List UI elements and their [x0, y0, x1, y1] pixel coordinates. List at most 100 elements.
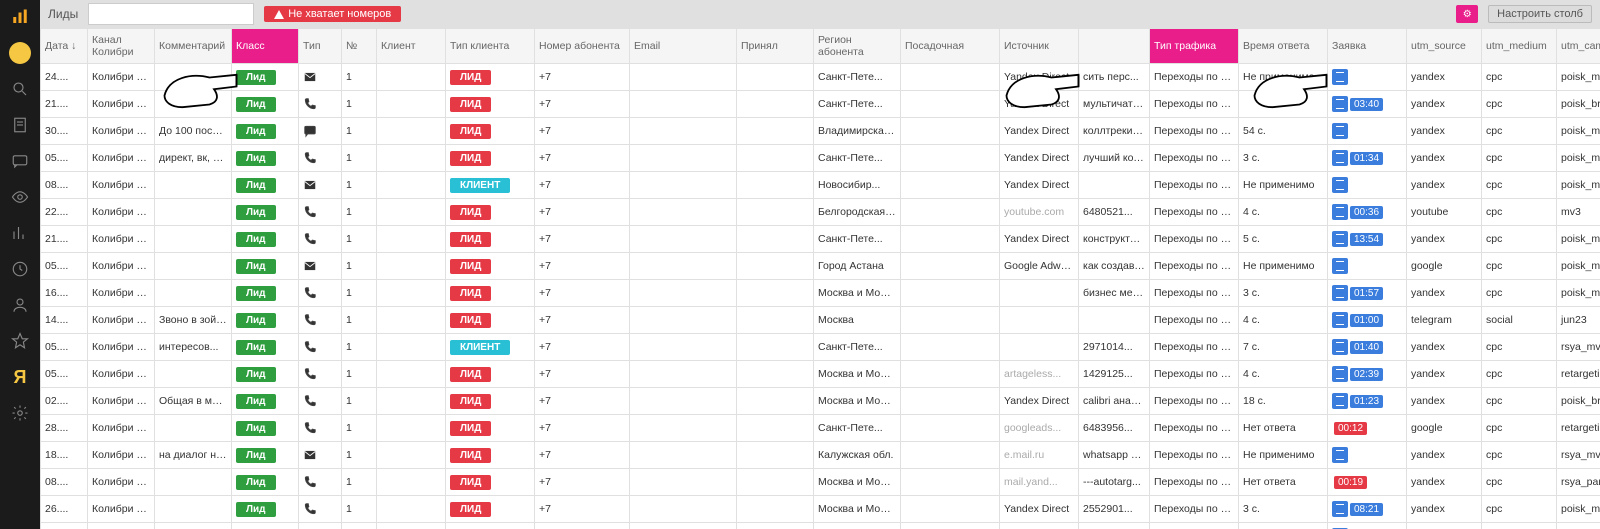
request-doc-icon[interactable]	[1332, 447, 1348, 463]
cell: 54 с.	[1239, 118, 1328, 145]
column-header[interactable]: Регион абонента	[814, 29, 901, 64]
class-badge[interactable]: Лид	[236, 367, 276, 382]
column-header[interactable]: Дата ↓	[41, 29, 88, 64]
column-header[interactable]: Тип	[299, 29, 342, 64]
request-doc-icon[interactable]	[1332, 258, 1348, 274]
request-doc-icon[interactable]	[1332, 177, 1348, 193]
search-input[interactable]	[88, 3, 254, 25]
column-header[interactable]: Клиент	[377, 29, 446, 64]
search-icon[interactable]	[9, 78, 31, 100]
cell: Yandex Direct	[1000, 118, 1079, 145]
yandex-icon[interactable]: Я	[9, 366, 31, 388]
request-doc-icon[interactable]	[1332, 366, 1348, 382]
time-pill: 00:19	[1334, 476, 1367, 489]
column-header[interactable]: Заявка	[1328, 29, 1407, 64]
column-header[interactable]: Посадочная	[901, 29, 1000, 64]
logo-circle-icon[interactable]	[9, 42, 31, 64]
class-badge[interactable]: Лид	[236, 124, 276, 139]
table-row[interactable]: 21....Колибри динами...Лид1ЛИД+7Санкт-Пе…	[41, 91, 1600, 118]
cell: yandex	[1407, 334, 1482, 361]
table-row[interactable]: 05....Колибри динами...интересов...Лид1К…	[41, 334, 1600, 361]
table-row[interactable]: 24....Колибри динами...Задач нет конкрет…	[41, 523, 1600, 529]
table-row[interactable]: 05....Колибри динами...Лид1ЛИД+7Город Ас…	[41, 253, 1600, 280]
class-badge[interactable]: Лид	[236, 178, 276, 193]
user-icon[interactable]	[9, 294, 31, 316]
column-header[interactable]: Комментарий	[155, 29, 232, 64]
request-doc-icon[interactable]	[1332, 231, 1348, 247]
class-badge[interactable]: Лид	[236, 232, 276, 247]
column-header[interactable]: utm_campaign	[1557, 29, 1600, 64]
cell	[377, 442, 446, 469]
request-doc-icon[interactable]	[1332, 150, 1348, 166]
table-row[interactable]: 05....Колибри динами...Лид1ЛИД+7Москва и…	[41, 361, 1600, 388]
table-row[interactable]: 26....Колибри динами...Лид1ЛИД+7Москва и…	[41, 496, 1600, 523]
column-header[interactable]: Номер абонента	[535, 29, 630, 64]
column-header[interactable]	[1079, 29, 1150, 64]
alert-banner[interactable]: Не хватает номеров	[264, 6, 401, 22]
table-row[interactable]: 16....Колибри динами...Лид1ЛИД+7Москва и…	[41, 280, 1600, 307]
chart-icon[interactable]	[9, 222, 31, 244]
class-badge[interactable]: Лид	[236, 421, 276, 436]
request-doc-icon[interactable]	[1332, 285, 1348, 301]
table-row[interactable]: 28....Колибри динами...Лид1ЛИД+7Санкт-Пе…	[41, 415, 1600, 442]
table-row[interactable]: 18....Колибри динами...на диалог не идёт…	[41, 442, 1600, 469]
table-row[interactable]: 08....Колибри динами...Лид1КЛИЕНТ+7Новос…	[41, 172, 1600, 199]
column-header[interactable]: Принял	[737, 29, 814, 64]
configure-columns-button[interactable]: Настроить столб	[1488, 5, 1592, 23]
class-badge[interactable]: Лид	[236, 475, 276, 490]
cell	[299, 361, 342, 388]
column-header[interactable]: №	[342, 29, 377, 64]
request-doc-icon[interactable]	[1332, 96, 1348, 112]
class-badge[interactable]: Лид	[236, 97, 276, 112]
class-badge[interactable]: Лид	[236, 205, 276, 220]
table-row[interactable]: 02....Колибри динами...Общая в месяц 150…	[41, 388, 1600, 415]
column-header[interactable]: Класс	[232, 29, 299, 64]
column-header[interactable]: Тип клиента	[446, 29, 535, 64]
gear-icon[interactable]	[9, 402, 31, 424]
request-doc-icon[interactable]	[1332, 204, 1348, 220]
stats-icon[interactable]	[9, 6, 31, 28]
request-doc-icon[interactable]	[1332, 501, 1348, 517]
column-header[interactable]: Время ответа	[1239, 29, 1328, 64]
column-header[interactable]: utm_source	[1407, 29, 1482, 64]
class-badge[interactable]: Лид	[236, 448, 276, 463]
table-row[interactable]: 22....Колибри динами...Лид1ЛИД+7Белгород…	[41, 199, 1600, 226]
table-row[interactable]: 21....Колибри динами...Лид1ЛИД+7Санкт-Пе…	[41, 226, 1600, 253]
table-row[interactable]: 14....Колибри динами...Звоно в зойпер,с …	[41, 307, 1600, 334]
cell	[377, 388, 446, 415]
star-icon[interactable]	[9, 330, 31, 352]
class-badge[interactable]: Лид	[236, 286, 276, 301]
chat-icon[interactable]	[9, 150, 31, 172]
column-header[interactable]: utm_medium	[1482, 29, 1557, 64]
column-header[interactable]: Источник	[1000, 29, 1079, 64]
cell: cpc	[1482, 523, 1557, 529]
cell	[901, 118, 1000, 145]
column-header[interactable]: Email	[630, 29, 737, 64]
eye-icon[interactable]	[9, 186, 31, 208]
class-badge[interactable]: Лид	[236, 340, 276, 355]
cell	[901, 172, 1000, 199]
table-row[interactable]: 05....Колибри динами...директ, вк, стати…	[41, 145, 1600, 172]
request-doc-icon[interactable]	[1332, 393, 1348, 409]
class-badge[interactable]: Лид	[236, 394, 276, 409]
phone-icon	[303, 206, 317, 218]
request-doc-icon[interactable]	[1332, 339, 1348, 355]
document-icon[interactable]	[9, 114, 31, 136]
request-doc-icon[interactable]	[1332, 69, 1348, 85]
class-badge[interactable]: Лид	[236, 151, 276, 166]
request-doc-icon[interactable]	[1332, 123, 1348, 139]
table-row[interactable]: 30....Колибри динами...До 100 посетител.…	[41, 118, 1600, 145]
column-header[interactable]: Канал Колибри	[88, 29, 155, 64]
cell: 1	[342, 199, 377, 226]
request-doc-icon[interactable]	[1332, 312, 1348, 328]
table-row[interactable]: 24....Колибри динами...Лид1ЛИД+7Санкт-Пе…	[41, 64, 1600, 91]
class-badge[interactable]: Лид	[236, 259, 276, 274]
column-header[interactable]: Тип трафика	[1150, 29, 1239, 64]
class-badge[interactable]: Лид	[236, 70, 276, 85]
table-row[interactable]: 08....Колибри динами...Лид1ЛИД+7Москва и…	[41, 469, 1600, 496]
filter-icon[interactable]: ⚙	[1456, 5, 1478, 23]
clock-icon[interactable]	[9, 258, 31, 280]
class-badge[interactable]: Лид	[236, 313, 276, 328]
client-type-badge: ЛИД	[450, 97, 491, 112]
class-badge[interactable]: Лид	[236, 502, 276, 517]
